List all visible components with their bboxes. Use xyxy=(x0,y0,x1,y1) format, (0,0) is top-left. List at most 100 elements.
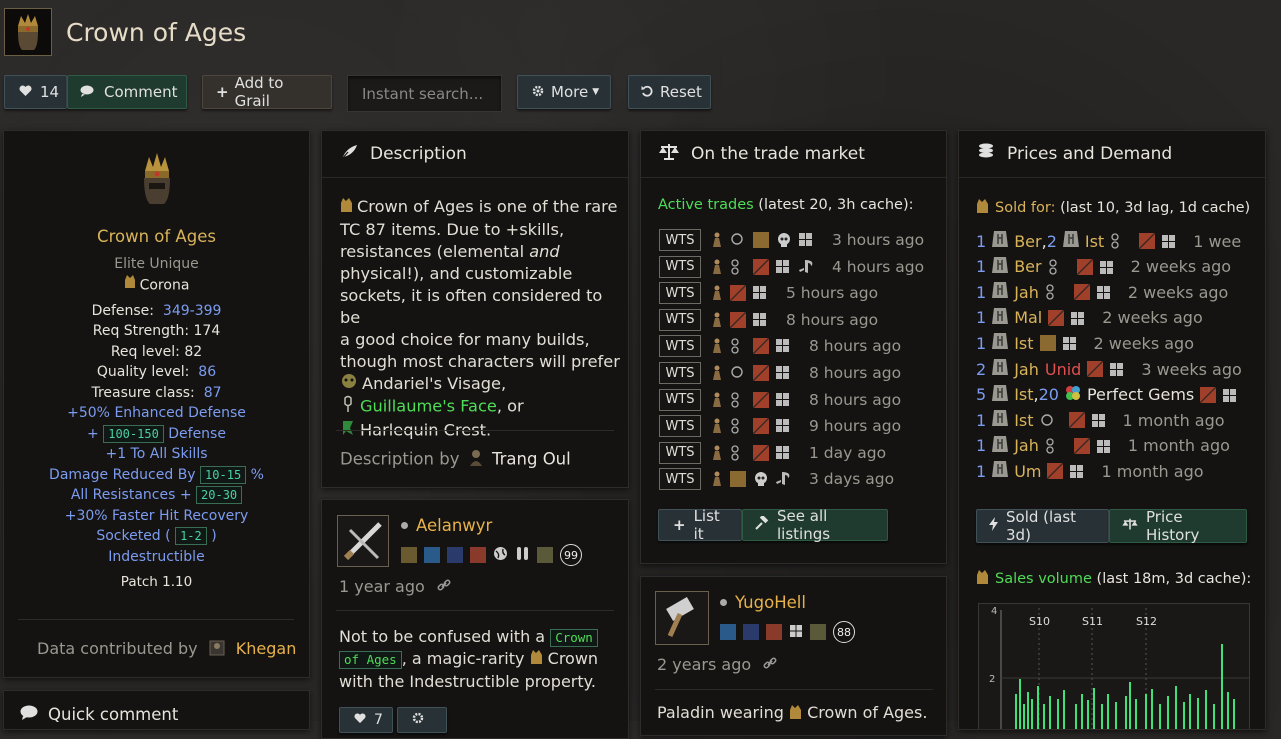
trade-time: 8 hours ago xyxy=(809,364,902,382)
price-row[interactable]: 1 Ist 2 weeks ago xyxy=(976,331,1194,355)
guillaumes-face-icon xyxy=(340,395,356,419)
character-icon xyxy=(711,392,723,408)
expansion-icon xyxy=(1039,335,1056,352)
trade-row[interactable]: WTS 3 days ago xyxy=(659,467,894,491)
comment-timestamp: 2 years ago xyxy=(657,655,777,674)
feather-icon xyxy=(340,144,358,165)
plus-icon: + xyxy=(216,83,229,101)
wts-tag: WTS xyxy=(659,441,701,464)
non-ladder-icon xyxy=(1200,386,1217,403)
heart-icon xyxy=(354,712,366,728)
hardcore-dots-icon xyxy=(730,391,746,408)
rune-icon xyxy=(991,306,1009,330)
price-row[interactable]: 1 Ist 1 month ago xyxy=(976,408,1225,432)
mode-icon xyxy=(720,624,736,640)
guillaumes-face-link[interactable]: Guillaume's Face xyxy=(360,397,497,416)
trade-row[interactable]: WTS 8 hours ago xyxy=(659,308,878,332)
chart-volume-bar xyxy=(1183,702,1185,729)
character-icon xyxy=(711,418,723,434)
wts-tag: WTS xyxy=(659,388,701,411)
more-dropdown-button[interactable]: More ▼ xyxy=(517,75,611,109)
sold-for-label: Sold for: (last 10, 3d lag, 1d cache) xyxy=(976,198,1250,218)
contributor-link[interactable]: Khegan xyxy=(236,639,297,658)
non-ladder-icon xyxy=(1076,258,1093,275)
see-all-listings-button[interactable]: See all listings xyxy=(742,507,888,543)
hardcore-dots-icon xyxy=(1045,284,1061,300)
windows-icon xyxy=(1070,463,1086,479)
author-link[interactable]: Trang Oul xyxy=(492,450,571,469)
user-avatar[interactable] xyxy=(655,591,709,645)
trade-row[interactable]: WTS 9 hours ago xyxy=(659,414,901,438)
price-row[interactable]: 1 Ber 2 weeks ago xyxy=(976,255,1231,279)
price-row[interactable]: 2 Jah Unid 3 weeks ago xyxy=(976,357,1242,381)
wts-tag: WTS xyxy=(659,282,701,305)
gear-icon xyxy=(532,83,544,101)
mode-icon xyxy=(424,547,440,563)
character-icon xyxy=(711,445,723,461)
user-badges: 88 xyxy=(720,621,855,643)
chart-volume-bar xyxy=(1213,704,1215,729)
like-comment-group: 14 Comment xyxy=(4,75,187,109)
reset-button[interactable]: Reset xyxy=(628,75,711,109)
chart-volume-bar xyxy=(1093,688,1095,729)
chart-volume-bar xyxy=(1075,704,1077,729)
price-row[interactable]: 1 Um 1 month ago xyxy=(976,459,1204,483)
chart-volume-bar xyxy=(1197,698,1199,729)
chart-season-label: S11 xyxy=(1082,615,1103,628)
hardcore-icon xyxy=(470,547,486,563)
trade-row[interactable]: WTS 8 hours ago xyxy=(659,388,901,412)
chart-volume-bar xyxy=(1015,694,1017,729)
link-icon[interactable] xyxy=(437,577,451,596)
mod-indestructible: Indestructible xyxy=(108,548,205,565)
sold-last-3d-button[interactable]: Sold (last 3d) xyxy=(976,508,1109,544)
price-history-button[interactable]: Price History xyxy=(1109,508,1247,544)
trade-row[interactable]: WTS 1 day ago xyxy=(659,441,886,465)
chart-volume-bar xyxy=(1063,690,1065,729)
sales-volume-svg: 4 2 S10 S11 S12 xyxy=(989,606,1249,729)
price-row[interactable]: 1 Mal 2 weeks ago xyxy=(976,306,1203,330)
comment-like-button[interactable]: 7 xyxy=(339,707,393,733)
non-ladder-icon xyxy=(1073,284,1090,301)
comment-username[interactable]: YugoHell xyxy=(735,593,806,612)
like-count: 14 xyxy=(40,83,60,101)
sales-volume-chart: 4 2 S10 S11 S12 xyxy=(978,603,1250,729)
level-badge: 88 xyxy=(833,621,855,643)
price-row[interactable]: 1 Jah 1 month ago xyxy=(976,434,1230,458)
price-quantity: 1 xyxy=(976,410,987,430)
trade-row[interactable]: WTS 5 hours ago xyxy=(659,281,878,305)
non-ladder-icon xyxy=(753,338,769,355)
user-avatar[interactable] xyxy=(337,515,389,567)
price-row[interactable]: 1 Ber , 2 Ist 1 wee xyxy=(976,229,1241,253)
item-base[interactable]: Corona xyxy=(4,274,309,297)
non-ladder-icon xyxy=(753,365,769,381)
price-row[interactable]: 5 Ist , 20 Perfect Gems xyxy=(976,383,1246,407)
wts-tag: WTS xyxy=(659,362,701,384)
price-time: 1 month ago xyxy=(1101,461,1204,481)
like-button[interactable]: 14 xyxy=(4,75,67,109)
hardcore-dots-icon xyxy=(1045,438,1061,454)
trade-row[interactable]: WTS 3 hours ago xyxy=(659,228,924,252)
comment-options-button[interactable] xyxy=(397,707,447,733)
price-row[interactable]: 1 Jah 2 weeks ago xyxy=(976,280,1228,304)
instant-search-input[interactable]: Instant search... xyxy=(347,75,502,112)
character-icon xyxy=(711,259,723,275)
character-icon xyxy=(711,285,723,301)
softcore-icon xyxy=(730,365,746,381)
andariels-visage-link[interactable]: Andariel's Visage, xyxy=(362,374,506,393)
non-ladder-icon xyxy=(730,311,746,328)
rune-name: Ist xyxy=(1014,410,1034,430)
item-image xyxy=(139,151,175,211)
trade-row[interactable]: WTS 4 hours ago xyxy=(659,255,924,279)
trade-row[interactable]: WTS 8 hours ago xyxy=(659,361,901,385)
add-to-grail-button[interactable]: + Add to Grail xyxy=(202,74,332,110)
comment-button[interactable]: Comment xyxy=(67,75,187,109)
comment-username[interactable]: Aelanwyr xyxy=(416,516,492,535)
list-it-button[interactable]: + List it xyxy=(658,507,742,543)
windows-icon xyxy=(1071,310,1087,326)
non-ladder-icon xyxy=(1139,233,1156,249)
bolt-icon xyxy=(989,517,998,535)
rune-name: Jah xyxy=(1014,282,1039,302)
link-icon[interactable] xyxy=(763,655,777,674)
trade-row[interactable]: WTS 8 hours ago xyxy=(659,334,901,358)
description-item-link[interactable]: Crown of Ages xyxy=(357,197,474,216)
